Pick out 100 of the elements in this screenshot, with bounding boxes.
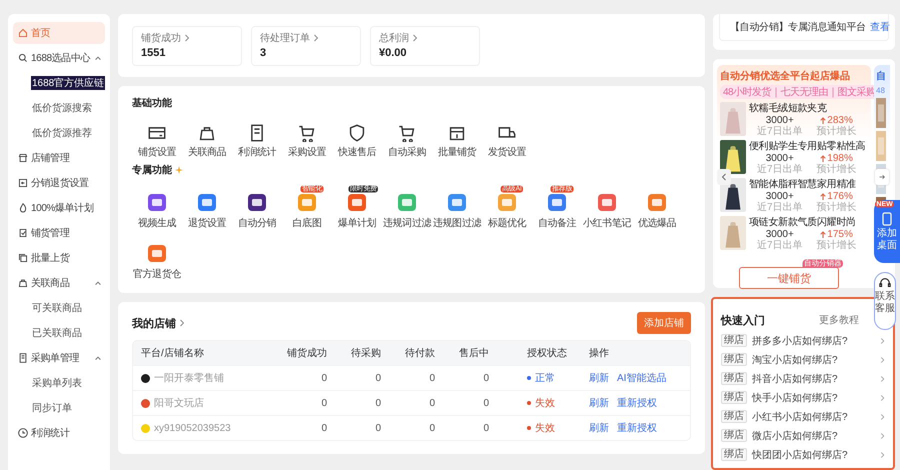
feature-item[interactable]: 批量铺货 <box>432 116 482 159</box>
home-icon <box>18 28 28 38</box>
app-tile-icon <box>346 191 368 213</box>
action-link[interactable]: 刷新 <box>589 371 609 385</box>
feature-item[interactable]: 违规图过滤 <box>432 183 482 230</box>
sidebar-subitem[interactable]: 已关联商品 <box>31 326 83 340</box>
cart-icon <box>398 124 416 142</box>
section-title: 我的店铺 <box>132 316 176 330</box>
tutorial-item[interactable]: 绑店 拼多多小店如何绑店? <box>721 331 885 350</box>
sidebar-item[interactable]: 100%爆单计划 <box>13 197 105 219</box>
tutorial-item[interactable]: 绑店 快团团小店如何绑店? <box>721 445 885 464</box>
action-link[interactable]: 刷新 <box>589 396 609 410</box>
feature-item[interactable]: 利润统计 <box>232 116 282 159</box>
sidebar-subitem[interactable]: 可关联商品 <box>31 301 83 315</box>
stat-label: 总利润 <box>379 32 409 44</box>
feature-item[interactable]: 铺货设置 <box>132 116 182 159</box>
app-tile-icon <box>146 242 168 264</box>
sidebar-subitem[interactable]: 1688官方供应链 <box>31 76 106 90</box>
stat-tile[interactable]: 铺货成功 1551 <box>132 26 242 66</box>
sidebar-subitem[interactable]: 采购单列表 <box>31 376 83 390</box>
action-link[interactable]: 重新授权 <box>617 396 657 410</box>
table-cell-text: 0 <box>374 398 381 408</box>
table-cell-text: 0 <box>320 422 327 434</box>
feature-item[interactable]: 退货设置 <box>182 183 232 230</box>
sidebar-item[interactable]: 铺货管理 <box>13 222 105 244</box>
view-link[interactable]: 查看 <box>870 20 890 34</box>
feature-item[interactable]: 自动采购 <box>382 116 432 159</box>
more-tutorials-link[interactable]: 更多教程 <box>819 313 859 327</box>
growth-label: 预计增长 <box>816 240 857 251</box>
sidebar-item[interactable]: 分销退货设置 <box>13 172 105 194</box>
chevron-right-icon <box>880 336 885 344</box>
customer-service-button[interactable]: 联系客服 <box>874 272 896 330</box>
search-icon <box>18 53 28 63</box>
action-link[interactable]: AI智能选品 <box>617 371 666 385</box>
sidebar-subitem[interactable]: 低价货源推荐 <box>31 126 93 140</box>
stat-tile[interactable]: 待处理订单 3 <box>251 26 361 66</box>
stat-value: 1551 <box>141 46 166 58</box>
chevron-right-icon <box>880 374 885 382</box>
product-name: 便利贴学生专用贴零粘性高 <box>749 140 866 153</box>
stat-value: ¥0.00 <box>379 46 408 58</box>
app-tile-icon <box>496 191 518 213</box>
bag-icon <box>18 278 28 288</box>
chevron-left-icon <box>721 173 727 181</box>
feature-item[interactable]: 采购设置 <box>282 116 332 159</box>
tutorial-item[interactable]: 绑店 小红书小店如何绑店? <box>721 407 885 426</box>
action-link[interactable]: 刷新 <box>589 421 609 435</box>
feature-item[interactable]: 发货设置 <box>482 116 532 159</box>
previous-button[interactable] <box>717 169 731 185</box>
action-link[interactable]: 重新授权 <box>617 421 657 435</box>
stat-tile[interactable]: 总利润 ¥0.00 <box>370 26 480 66</box>
tutorial-title: 快手小店如何绑店? <box>752 392 839 404</box>
sidebar-item[interactable]: 1688选品中心 <box>13 47 105 69</box>
table-cell-text: 阳哥文玩店 <box>154 396 204 410</box>
tutorial-item[interactable]: 绑店 快手小店如何绑店? <box>721 388 885 407</box>
tag: 绑店 <box>721 334 747 347</box>
arrow-right-icon <box>879 173 885 181</box>
sidebar-item[interactable]: 采购单管理 <box>13 347 105 369</box>
feature-item[interactable]: 快速售后 <box>332 116 382 159</box>
next-button[interactable] <box>875 169 889 185</box>
sales-label: 近7日出单 <box>757 202 803 213</box>
growth-value: 198% <box>827 153 853 164</box>
growth-value: 176% <box>827 191 853 202</box>
feature-item[interactable]: 官方退货仓 <box>132 234 182 281</box>
tutorial-item[interactable]: 绑店 微店小店如何绑店? <box>721 426 885 445</box>
sales-value: 3000+ <box>766 229 794 240</box>
notice-text: 【自动分销】专属消息通知平台 <box>730 20 866 34</box>
sales-label: 近7日出单 <box>757 240 803 251</box>
product-name: 软糯毛绒短款夹克 <box>749 102 828 115</box>
status-text: 失效 <box>535 396 555 410</box>
table-cell-text: 0 <box>428 422 435 434</box>
tutorial-title: 微店小店如何绑店? <box>752 430 839 442</box>
tag: 绑店 <box>721 391 747 404</box>
column-header: 平台/店铺名称 <box>140 346 205 360</box>
table-cell-text: 0 <box>482 398 489 408</box>
document-icon <box>248 124 266 142</box>
app-tile-icon <box>146 191 168 213</box>
arrow-up-icon <box>820 154 826 162</box>
feature-item[interactable]: 小红书笔记 <box>582 183 632 230</box>
sidebar-item[interactable]: 关联商品 <box>13 272 105 294</box>
sidebar-subitem[interactable]: 低价货源搜索 <box>31 101 93 115</box>
growth-value: 283% <box>827 115 853 126</box>
table-cell-text: 一阳开泰零售铺 <box>154 372 224 385</box>
column-header: 售后中 <box>458 346 489 360</box>
app-tile-icon <box>546 191 568 213</box>
column-header: 待采购 <box>350 346 381 360</box>
tag: 绑店 <box>721 353 747 366</box>
section-title: 专属功能 <box>132 164 172 177</box>
table-cell-text: 0 <box>374 422 381 434</box>
sidebar-item[interactable]: 批量上货 <box>13 247 105 269</box>
feature-item[interactable]: 关联商品 <box>182 116 232 159</box>
tutorial-item[interactable]: 绑店 淘宝小店如何绑店? <box>721 350 885 369</box>
feature-item[interactable]: 优选爆品 <box>632 183 682 230</box>
feature-item[interactable]: 视频生成 <box>132 183 182 230</box>
sidebar-item[interactable]: 利润统计 <box>13 422 105 444</box>
tutorial-item[interactable]: 绑店 抖音小店如何绑店? <box>721 369 885 388</box>
sidebar-item[interactable]: 店铺管理 <box>13 147 105 169</box>
tag: 绑店 <box>721 372 747 385</box>
feature-item[interactable]: 违规词过滤 <box>382 183 432 230</box>
feature-item[interactable]: 自动分销 <box>232 183 282 230</box>
sidebar-subitem[interactable]: 同步订单 <box>31 401 73 415</box>
